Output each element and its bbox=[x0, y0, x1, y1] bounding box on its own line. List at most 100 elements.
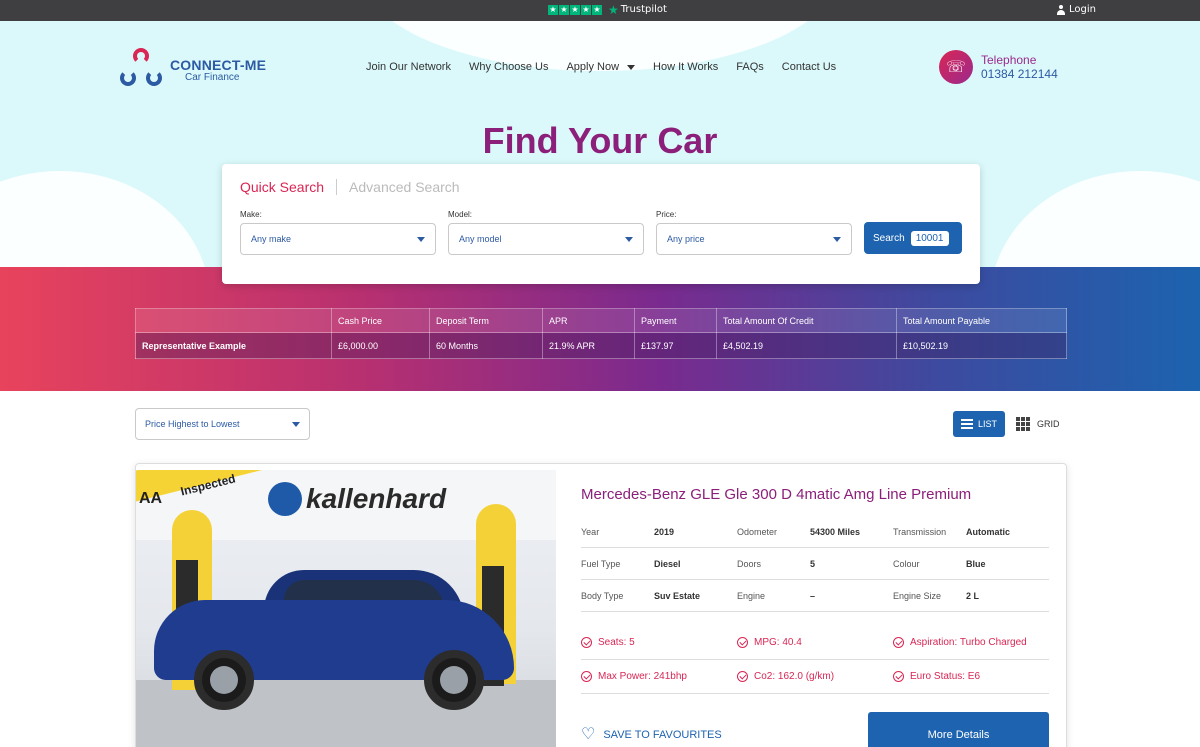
dealer-name: kallenhard bbox=[306, 483, 447, 514]
spec-label: Engine Size bbox=[893, 590, 942, 601]
feature-item: Aspiration: Turbo Charged bbox=[893, 637, 1049, 648]
star-icon: ★ bbox=[592, 4, 602, 15]
feature-row: Max Power: 241bhp Co2: 162.0 (g/km) Euro… bbox=[581, 660, 1049, 694]
table-header: Cash Price bbox=[331, 308, 430, 333]
feature-item: MPG: 40.4 bbox=[737, 637, 893, 648]
nav-join-our-network[interactable]: Join Our Network bbox=[366, 61, 451, 73]
check-circle-icon bbox=[581, 671, 592, 682]
table-header: Deposit Term bbox=[429, 308, 543, 333]
model-select[interactable]: Any model bbox=[448, 223, 644, 255]
make-value: Any make bbox=[251, 234, 292, 244]
car-photo[interactable]: Inspected AA kallenhard bbox=[136, 470, 556, 747]
spec-value: Diesel bbox=[654, 558, 681, 569]
star-icon: ★ bbox=[570, 4, 580, 15]
page-title: Find Your Car bbox=[482, 120, 718, 161]
price-label: Price: bbox=[656, 210, 677, 219]
feature-item: Max Power: 241bhp bbox=[581, 671, 737, 682]
nav-why-choose-us[interactable]: Why Choose Us bbox=[469, 61, 548, 73]
check-circle-icon bbox=[737, 671, 748, 682]
nav-apply-now[interactable]: Apply Now bbox=[566, 61, 636, 73]
table-cell: 60 Months bbox=[429, 332, 543, 359]
list-icon bbox=[960, 419, 973, 429]
login-link[interactable]: Login bbox=[1057, 4, 1096, 15]
spec-value: 2 L bbox=[966, 590, 980, 601]
trustpilot-star-icon: ★ bbox=[608, 2, 619, 17]
make-field: Make: Any make bbox=[240, 210, 436, 255]
telephone-number: 01384 212144 bbox=[981, 67, 1058, 81]
make-select[interactable]: Any make bbox=[240, 223, 436, 255]
table-header: Payment bbox=[634, 308, 717, 333]
logo-mark-icon bbox=[118, 48, 164, 92]
table-cell: 21.9% APR bbox=[542, 332, 635, 359]
spec-label: Year bbox=[581, 526, 600, 537]
spec-label: Transmission bbox=[893, 526, 947, 537]
car-image bbox=[154, 570, 514, 710]
chevron-down-icon bbox=[292, 422, 300, 427]
more-details-button[interactable]: More Details bbox=[868, 712, 1049, 747]
brand-name: CONNECT-ME bbox=[170, 57, 267, 73]
price-select[interactable]: Any price bbox=[656, 223, 852, 255]
sort-select[interactable]: Price Highest to Lowest bbox=[135, 408, 310, 440]
nav-label: Apply Now bbox=[566, 61, 620, 73]
table-cell: £6,000.00 bbox=[331, 332, 430, 359]
nav-faqs[interactable]: FAQs bbox=[736, 61, 764, 73]
spec-label: Engine bbox=[737, 590, 766, 601]
save-to-favourites-label: SAVE TO FAVOURITES bbox=[603, 729, 722, 741]
grid-view-button[interactable]: GRID bbox=[1016, 417, 1060, 431]
model-value: Any model bbox=[459, 234, 502, 244]
car-listing-card: Inspected AA kallenhard Mercedes-Benz GL… bbox=[135, 463, 1067, 747]
chevron-down-icon bbox=[833, 237, 841, 242]
search-button[interactable]: Search 10001 bbox=[864, 222, 962, 254]
check-circle-icon bbox=[893, 637, 904, 648]
nav-contact-us[interactable]: Contact Us bbox=[782, 61, 836, 73]
feature-item: Co2: 162.0 (g/km) bbox=[737, 671, 893, 682]
trustpilot-rating[interactable]: ★ ★ ★ ★ ★ ★ Trustpilot bbox=[548, 2, 667, 17]
spec-row: Fuel Type Diesel Doors 5 Colour Blue bbox=[581, 548, 1049, 580]
nav-how-it-works[interactable]: How It Works bbox=[653, 61, 718, 73]
table-cell: £137.97 bbox=[634, 332, 717, 359]
top-bar: ★ ★ ★ ★ ★ ★ Trustpilot Login bbox=[0, 0, 1200, 21]
check-circle-icon bbox=[737, 637, 748, 648]
spec-value: – bbox=[810, 590, 816, 601]
save-to-favourites-button[interactable]: ♡ SAVE TO FAVOURITES bbox=[581, 726, 722, 743]
telephone-contact[interactable]: Telephone 01384 212144 bbox=[939, 50, 1058, 84]
nav-label: Why Choose Us bbox=[468, 61, 549, 73]
table-header: Total Amount Of Credit bbox=[716, 308, 897, 333]
spec-label: Colour bbox=[893, 558, 920, 569]
nav-label: Contact Us bbox=[781, 61, 837, 73]
table-header: APR bbox=[542, 308, 635, 333]
feature-label: MPG: 40.4 bbox=[754, 637, 802, 648]
chevron-down-icon bbox=[627, 64, 636, 70]
feature-label: Aspiration: Turbo Charged bbox=[910, 637, 1027, 648]
feature-item: Seats: 5 bbox=[581, 637, 737, 648]
list-view-button[interactable]: LIST bbox=[953, 411, 1005, 437]
hero-decoration bbox=[0, 171, 210, 267]
nav-label: Join Our Network bbox=[366, 61, 451, 73]
feature-label: Seats: 5 bbox=[598, 637, 635, 648]
aa-badge: AA bbox=[139, 490, 163, 507]
heart-icon: ♡ bbox=[581, 726, 596, 743]
telephone-label: Telephone bbox=[981, 53, 1037, 67]
star-icon: ★ bbox=[581, 4, 591, 15]
car-title[interactable]: Mercedes-Benz GLE Gle 300 D 4matic Amg L… bbox=[581, 486, 971, 503]
list-view-label: LIST bbox=[977, 419, 997, 429]
main-nav: Join Our Network Why Choose Us Apply Now… bbox=[366, 61, 836, 73]
tab-advanced-search[interactable]: Advanced Search bbox=[337, 179, 460, 195]
tab-quick-search[interactable]: Quick Search bbox=[240, 179, 338, 195]
check-circle-icon bbox=[893, 671, 904, 682]
spec-value: 2019 bbox=[654, 526, 675, 537]
representative-example-table: Cash Price Deposit Term APR Payment Tota… bbox=[135, 308, 1067, 359]
trustpilot-logo: ★ Trustpilot bbox=[608, 2, 667, 17]
make-label: Make: bbox=[240, 210, 262, 219]
login-label: Login bbox=[1069, 4, 1096, 15]
table-row: Representative Example £6,000.00 60 Mont… bbox=[135, 332, 1067, 359]
result-count-badge: 10001 bbox=[910, 230, 949, 246]
brand-tagline: Car Finance bbox=[185, 72, 240, 83]
feature-item: Euro Status: E6 bbox=[893, 671, 1049, 682]
spec-label: Body Type bbox=[581, 590, 624, 601]
dealer-logo: kallenhard bbox=[268, 482, 446, 516]
site-logo[interactable]: CONNECT-ME Car Finance bbox=[118, 48, 266, 92]
phone-icon bbox=[939, 50, 973, 84]
chevron-down-icon bbox=[625, 237, 633, 242]
trustpilot-label: Trustpilot bbox=[620, 4, 667, 15]
